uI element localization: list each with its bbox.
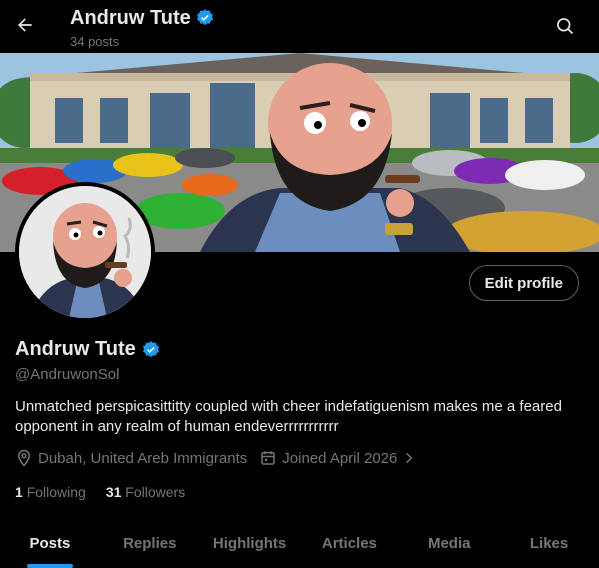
chevron-right-icon [406,452,413,464]
following-label: Following [26,484,86,500]
verified-badge-icon[interactable] [141,340,161,360]
tab-likes[interactable]: Likes [499,518,599,568]
header-post-count: 34 posts [70,34,120,49]
search-button[interactable] [549,10,581,42]
location-text: Dubah, United Areb Immigrants [38,449,248,467]
user-handle: @AndruwonSol [15,366,120,383]
followers-count: 31 [105,484,122,500]
location-item: Dubah, United Areb Immigrants [15,449,247,467]
following-link[interactable]: 1 Following [15,484,86,500]
tab-media[interactable]: Media [399,518,499,568]
display-name: Andruw Tute [15,338,136,360]
profile-avatar[interactable] [15,182,155,322]
search-icon [557,18,574,35]
follow-stats: 1 Following 31 Followers [15,484,185,500]
profile-meta: Dubah, United Areb Immigrants Joined Apr… [15,449,428,467]
followers-link[interactable]: 31 Followers [106,484,185,500]
back-arrow-icon [18,18,32,32]
top-bar: Andruw Tute 34 posts [0,0,599,53]
display-name-row: Andruw Tute [15,338,161,361]
joined-item[interactable]: Joined April 2026 [259,449,416,467]
profile-tabs: Posts Replies Highlights Articles Media … [0,518,599,568]
calendar-icon [261,451,276,465]
edit-profile-button[interactable]: Edit profile [468,265,579,301]
tab-highlights[interactable]: Highlights [200,518,300,568]
joined-text: Joined April 2026 [282,449,398,467]
tab-replies[interactable]: Replies [100,518,200,568]
back-button[interactable] [8,8,42,42]
tab-articles[interactable]: Articles [299,518,399,568]
profile-bio: Unmatched perspicasittitty coupled with … [15,398,562,435]
tab-posts[interactable]: Posts [0,518,100,568]
header-title-block: Andruw Tute 34 posts [70,6,215,49]
header-name: Andruw Tute [70,7,191,29]
followers-label: Followers [125,484,186,500]
following-count: 1 [15,484,23,500]
location-icon [17,449,31,467]
avatar-image [19,186,151,318]
verified-badge-icon [196,9,213,26]
